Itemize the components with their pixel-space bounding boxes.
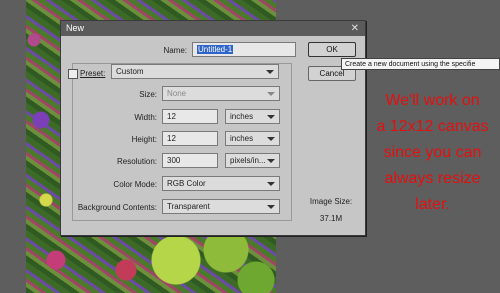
- image-size-value: 37.1M: [319, 214, 343, 223]
- preset-dropdown[interactable]: Custom: [111, 64, 279, 79]
- dropdown-arrow-icon: [267, 159, 275, 163]
- preset-checkbox[interactable]: [68, 69, 78, 79]
- name-field[interactable]: Untitled-1: [192, 42, 296, 57]
- new-document-dialog: New ✕ Name: Untitled-1 OK Cancel Preset:…: [60, 20, 366, 236]
- preset-value: Custom: [116, 67, 144, 76]
- annotation-note: We'll work on a 12x12 canvas since you c…: [365, 88, 500, 218]
- dropdown-arrow-icon: [267, 182, 275, 186]
- height-unit-dropdown[interactable]: inches: [225, 131, 280, 146]
- image-size-label: Image Size:: [309, 197, 353, 206]
- size-dropdown[interactable]: None: [162, 86, 280, 101]
- color-mode-label: Color Mode:: [113, 180, 157, 189]
- background-contents-value: Transparent: [167, 202, 210, 211]
- width-unit: inches: [230, 112, 254, 121]
- dropdown-arrow-icon: [267, 205, 275, 209]
- height-label: Height:: [131, 135, 157, 144]
- height-field[interactable]: 12: [162, 131, 218, 146]
- name-value: Untitled-1: [197, 45, 234, 54]
- resolution-label: Resolution:: [116, 157, 157, 166]
- background-contents-dropdown[interactable]: Transparent: [162, 199, 280, 214]
- resolution-unit: pixels/in...: [230, 156, 266, 165]
- color-mode-dropdown[interactable]: RGB Color: [162, 176, 280, 191]
- name-label: Name:: [163, 46, 187, 55]
- note-line: later.: [415, 196, 450, 213]
- size-value: None: [167, 89, 187, 98]
- width-unit-dropdown[interactable]: inches: [225, 109, 280, 124]
- note-line: always resize: [384, 170, 481, 187]
- note-line: a 12x12 canvas: [376, 118, 489, 135]
- color-mode-value: RGB Color: [167, 179, 206, 188]
- dropdown-arrow-icon: [266, 70, 274, 74]
- size-label: Size:: [139, 90, 157, 99]
- height-unit: inches: [230, 134, 254, 143]
- dialog-title: New: [66, 23, 85, 33]
- dropdown-arrow-icon: [267, 92, 275, 96]
- note-line: We'll work on: [385, 92, 480, 109]
- width-field[interactable]: 12: [162, 109, 218, 124]
- ok-button[interactable]: OK: [308, 42, 356, 57]
- dropdown-arrow-icon: [267, 137, 275, 141]
- dialog-titlebar: New ✕: [61, 21, 365, 36]
- close-icon[interactable]: ✕: [351, 21, 359, 36]
- resolution-field[interactable]: 300: [162, 153, 218, 168]
- dropdown-arrow-icon: [267, 115, 275, 119]
- ok-tooltip: Create a new document using the specifie: [341, 58, 500, 70]
- width-label: Width:: [134, 113, 157, 122]
- resolution-unit-dropdown[interactable]: pixels/in...: [225, 153, 280, 168]
- background-contents-label: Background Contents:: [77, 203, 157, 212]
- preset-label: Preset:: [80, 69, 106, 78]
- note-line: since you can: [383, 144, 482, 161]
